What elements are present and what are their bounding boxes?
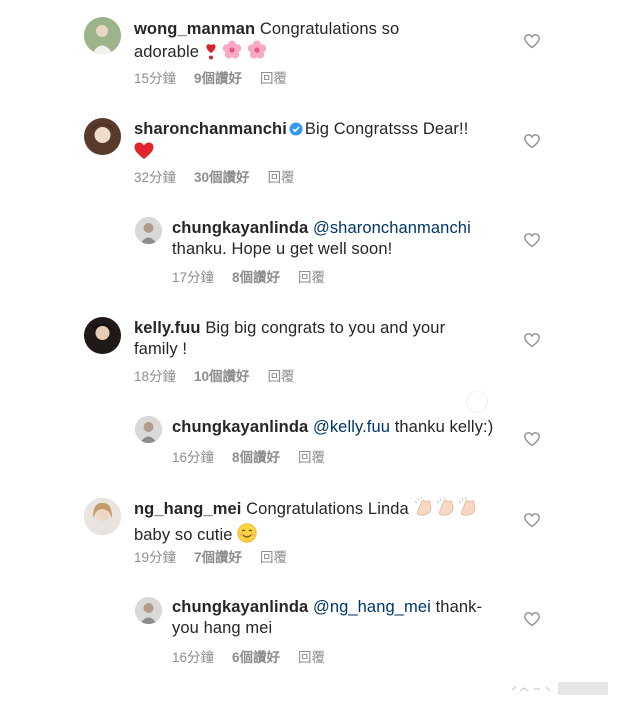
timestamp: 15分鐘: [134, 71, 177, 86]
clapping-hands-emoji-icon: [457, 497, 479, 523]
comment-text: kelly.fuu Big big congrats to you and yo…: [134, 318, 474, 360]
username-link[interactable]: chungkayanlinda: [172, 418, 308, 436]
mention-link[interactable]: @kelly.fuu: [313, 418, 390, 436]
reply-button[interactable]: 回覆: [298, 270, 325, 285]
comment-meta: 17分鐘 8個讚好 回覆: [172, 266, 343, 286]
timestamp: 16分鐘: [172, 650, 215, 665]
username-link[interactable]: kelly.fuu: [134, 319, 201, 337]
comment-meta: 16分鐘 6個讚好 回覆: [172, 646, 343, 666]
timestamp: 16分鐘: [172, 450, 215, 465]
watermark-icon: [466, 391, 488, 413]
like-count[interactable]: 8個讚好: [232, 270, 280, 285]
mention-link[interactable]: @sharonchanmanchi: [313, 219, 471, 237]
username-link[interactable]: chungkayanlinda: [172, 219, 308, 237]
comment-body: Congratulations Linda: [246, 500, 409, 518]
username-link[interactable]: sharonchanmanchi: [134, 120, 287, 138]
reply-button[interactable]: 回覆: [260, 71, 287, 86]
heart-outline-icon[interactable]: [524, 513, 540, 528]
comment-text: chungkayanlinda @ng_hang_mei thank- you …: [172, 597, 492, 639]
like-count[interactable]: 7個讚好: [194, 550, 242, 565]
heart-outline-icon[interactable]: [524, 432, 540, 447]
heart-outline-icon[interactable]: [524, 612, 540, 627]
like-count[interactable]: 10個讚好: [194, 369, 250, 384]
reply-button[interactable]: 回覆: [268, 170, 295, 185]
avatar[interactable]: [84, 118, 121, 155]
like-count[interactable]: 9個讚好: [194, 71, 242, 86]
comment-meta: 16分鐘 8個讚好 回覆: [172, 446, 343, 466]
heart-exclamation-emoji-icon: [204, 42, 218, 66]
comment-body: thanku kelly:): [394, 418, 494, 436]
comment-text: chungkayanlinda @sharonchanmanchi thanku…: [172, 218, 492, 260]
avatar[interactable]: [84, 317, 121, 354]
heart-outline-icon[interactable]: [524, 233, 540, 248]
like-count[interactable]: 30個讚好: [194, 170, 250, 185]
avatar[interactable]: [84, 17, 121, 54]
clapping-hands-emoji-icon: [435, 497, 457, 523]
comment-text: wong_manman Congratulations so adorable: [134, 19, 424, 66]
comment-body-line2: baby so cutie: [134, 526, 233, 544]
username-link[interactable]: ng_hang_mei: [134, 500, 241, 518]
comment-text: sharonchanmanchi Big Congratsss Dear!!: [134, 119, 514, 166]
comment-text: ng_hang_mei Congratulations Linda baby s…: [134, 497, 514, 549]
cherry-blossom-emoji-icon: [222, 40, 242, 66]
comment-meta: 15分鐘 9個讚好 回覆: [134, 67, 305, 87]
timestamp: 18分鐘: [134, 369, 177, 384]
comment-body: Big Congratsss Dear!!: [304, 120, 469, 138]
reply-button[interactable]: 回覆: [260, 550, 287, 565]
watermark: [510, 682, 610, 696]
reply-button[interactable]: 回覆: [298, 450, 325, 465]
heart-outline-icon[interactable]: [524, 34, 540, 49]
heart-outline-icon[interactable]: [524, 134, 540, 149]
timestamp: 19分鐘: [134, 550, 177, 565]
mention-link[interactable]: @ng_hang_mei: [313, 598, 431, 616]
avatar[interactable]: [135, 217, 162, 244]
timestamp: 17分鐘: [172, 270, 215, 285]
like-count[interactable]: 8個讚好: [232, 450, 280, 465]
timestamp: 32分鐘: [134, 170, 177, 185]
comment-text: chungkayanlinda @kelly.fuu thanku kelly:…: [172, 417, 512, 438]
cherry-blossom-emoji-icon: [247, 40, 267, 66]
heart-outline-icon[interactable]: [524, 333, 540, 348]
avatar[interactable]: [135, 597, 162, 624]
comment-meta: 19分鐘 7個讚好 回覆: [134, 546, 305, 566]
comment-body: thanku. Hope u get well soon!: [172, 240, 393, 258]
username-link[interactable]: chungkayanlinda: [172, 598, 308, 616]
avatar[interactable]: [135, 416, 162, 443]
verified-badge-icon: [289, 121, 303, 142]
comment-meta: 18分鐘 10個讚好 回覆: [134, 365, 313, 385]
like-count[interactable]: 6個讚好: [232, 650, 280, 665]
username-link[interactable]: wong_manman: [134, 20, 255, 38]
reply-button[interactable]: 回覆: [298, 650, 325, 665]
avatar[interactable]: [84, 498, 121, 535]
clapping-hands-emoji-icon: [413, 497, 435, 523]
comment-meta: 32分鐘 30個讚好 回覆: [134, 166, 313, 186]
red-heart-emoji-icon: [134, 142, 154, 166]
reply-button[interactable]: 回覆: [268, 369, 295, 384]
